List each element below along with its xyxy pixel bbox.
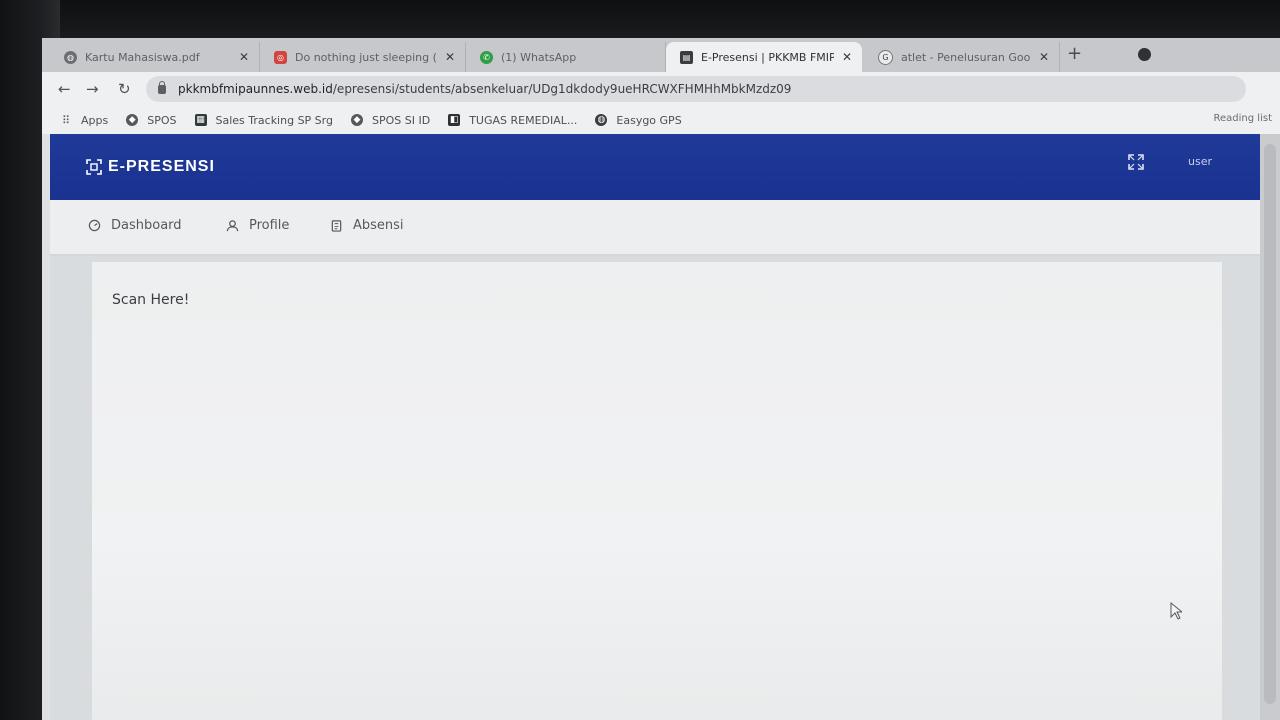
bookmark-sales-tracking[interactable]: ▦ Sales Tracking SP Srg (194, 113, 333, 127)
nav-profile[interactable]: Profile (226, 218, 289, 233)
nav-absensi[interactable]: Absensi (330, 218, 404, 233)
new-tab-button[interactable]: + (1067, 43, 1082, 64)
lock-icon (158, 80, 166, 94)
nav-dashboard[interactable]: Dashboard (88, 218, 182, 233)
document-icon: ▤ (680, 50, 693, 64)
user-icon (226, 220, 239, 232)
close-icon[interactable]: ✕ (842, 50, 852, 64)
url-host: pkkmbfmipaunnes.web.id (178, 82, 333, 96)
brand-logo[interactable]: E-PRESENSI (86, 158, 215, 176)
bookmark-spos[interactable]: ◆ SPOS (126, 113, 177, 127)
fullscreen-icon[interactable] (1128, 154, 1144, 170)
tab-whatsapp[interactable]: ✆ (1) WhatsApp (466, 42, 666, 72)
sheet-icon: ▦ (194, 114, 207, 126)
bookmark-spos-si-id[interactable]: ◆ SPOS SI ID (350, 113, 431, 127)
tab-google-search[interactable]: G atlet - Penelusuran Google ✕ (864, 42, 1060, 72)
address-bar[interactable]: pkkmbfmipaunnes.web.id/epresensi/student… (146, 76, 1246, 102)
bookmark-label: SPOS SI ID (371, 113, 431, 127)
browser-window: ◍ Kartu Mahasiswa.pdf ✕ ◎ Do nothing jus… (42, 38, 1280, 720)
tab-title: Do nothing just sleeping (@... (295, 50, 437, 64)
url-path: /epresensi/students/absenkeluar/UDg1dkdo… (332, 82, 792, 96)
scan-card: Scan Here! (92, 262, 1222, 720)
back-arrow-icon[interactable]: ← (58, 80, 71, 98)
tab-title: (1) WhatsApp (501, 50, 577, 64)
tab-search-icon[interactable] (1138, 48, 1151, 61)
tab-e-presensi[interactable]: ▤ E-Presensi | PKKMB FMIPA 20 ✕ (666, 42, 862, 72)
tab-instagram[interactable]: ◎ Do nothing just sleeping (@... ✕ (260, 42, 466, 72)
bookmark-tugas-remedial[interactable]: ◧ TUGAS REMEDIAL... (448, 114, 577, 127)
monitor-bezel-top (0, 0, 1280, 42)
bookmark-apps[interactable]: ⠿ Apps (60, 114, 108, 127)
square-icon: ◧ (448, 114, 461, 126)
instagram-icon: ◎ (274, 50, 287, 64)
url-text: pkkmbfmipaunnes.web.id/epresensi/student… (178, 82, 791, 96)
browser-toolbar: ← → ↻ pkkmbfmipaunnes.web.id/epresensi/s… (42, 72, 1280, 106)
bookmarks-bar: ⠿ Apps ◆ SPOS ▦ Sales Tracking SP Srg ◆ … (42, 106, 1280, 134)
close-icon[interactable]: ✕ (239, 50, 249, 64)
main-navigation: Dashboard Profile Absensi (50, 200, 1260, 256)
close-icon[interactable]: ✕ (1039, 50, 1049, 64)
tab-kartu-mahasiswa[interactable]: ◍ Kartu Mahasiswa.pdf ✕ (50, 42, 260, 72)
forward-arrow-icon[interactable]: → (86, 80, 99, 98)
scan-icon (86, 159, 102, 175)
shield-icon: ◆ (350, 114, 363, 126)
tab-title: atlet - Penelusuran Google (901, 50, 1031, 64)
bookmark-label: Apps (81, 113, 109, 127)
bookmark-label: Sales Tracking SP Srg (215, 113, 333, 127)
reading-list-button[interactable]: Reading list (1214, 113, 1272, 124)
google-icon: G (878, 49, 893, 65)
tab-strip: ◍ Kartu Mahasiswa.pdf ✕ ◎ Do nothing jus… (42, 38, 1280, 72)
tab-title: Kartu Mahasiswa.pdf (85, 50, 200, 64)
shield-icon: ◆ (126, 114, 139, 126)
bookmark-easygo-gps[interactable]: ◍ Easygo GPS (595, 113, 682, 127)
whatsapp-icon: ✆ (480, 50, 493, 64)
web-page: E-PRESENSI user Dashboard Profile Absens… (50, 134, 1260, 720)
clipboard-icon (331, 220, 342, 232)
dashboard-icon (88, 219, 101, 232)
content-area: Scan Here! (50, 256, 1260, 720)
user-menu[interactable]: user (1188, 155, 1212, 168)
bookmark-label: TUGAS REMEDIAL... (469, 113, 578, 127)
brand-name: E-PRESENSI (108, 158, 215, 175)
nav-label: Absensi (353, 218, 404, 233)
tab-title: E-Presensi | PKKMB FMIPA 20 (701, 50, 834, 64)
mouse-cursor-icon (1170, 602, 1182, 620)
nav-label: Profile (249, 218, 290, 233)
apps-grid-icon: ⠿ (61, 113, 71, 127)
scrollbar-thumb[interactable] (1264, 144, 1276, 704)
page-scrollbar[interactable] (1260, 134, 1280, 720)
close-icon[interactable]: ✕ (445, 50, 455, 64)
card-title: Scan Here! (112, 292, 190, 308)
globe-icon: ◍ (64, 50, 77, 64)
nav-label: Dashboard (111, 218, 182, 233)
globe-icon: ◍ (595, 114, 608, 126)
app-header: E-PRESENSI user (50, 134, 1260, 200)
bookmark-label: Easygo GPS (616, 113, 682, 127)
reload-icon[interactable]: ↻ (118, 80, 131, 98)
bookmark-label: SPOS (147, 113, 177, 127)
